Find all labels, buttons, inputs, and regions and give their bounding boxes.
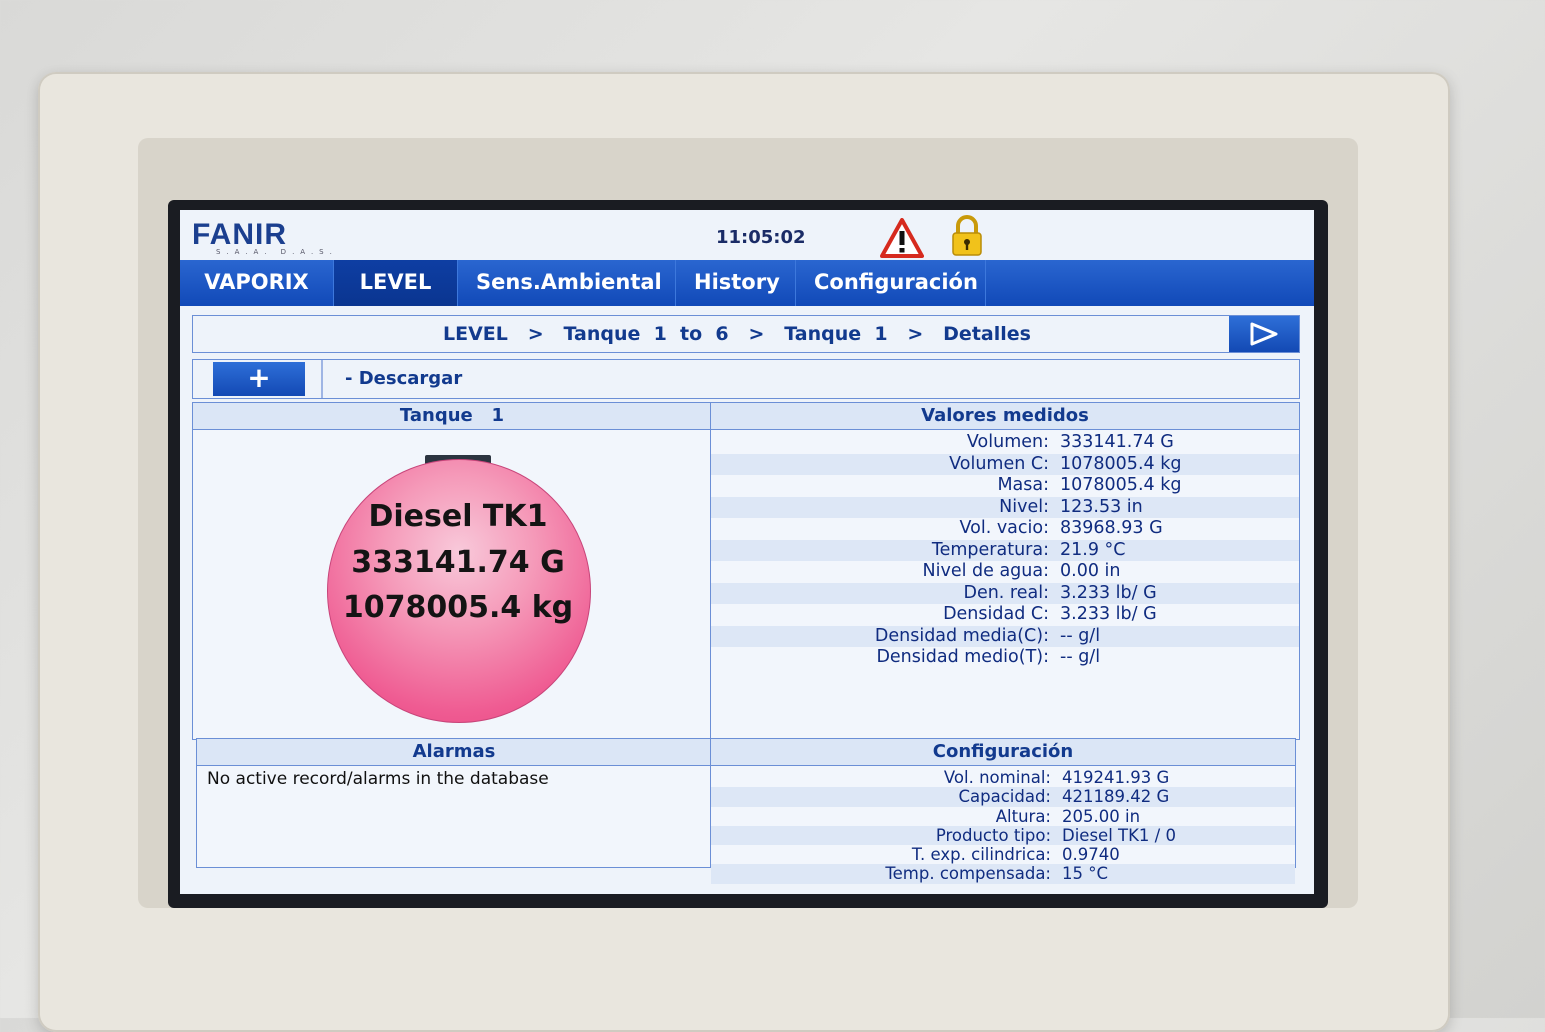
alarms-panel: Alarmas No active record/alarms in the d… (196, 738, 712, 868)
hmi-screen: FANIR S.A.A. D.A.S. 11:05:02 VAPORIX LEV… (180, 210, 1314, 894)
breadcrumb: LEVEL > Tanque 1 to 6 > Tanque 1 > Detal… (192, 315, 1300, 353)
warning-icon[interactable] (880, 218, 924, 258)
clock: 11:05:02 (716, 227, 806, 248)
tab-level[interactable]: LEVEL (334, 260, 458, 306)
top-bar: FANIR S.A.A. D.A.S. 11:05:02 (180, 210, 1314, 260)
measured-row: Masa: 1078005.4 kg (711, 475, 1299, 497)
play-arrow-icon (1250, 322, 1278, 346)
measured-value: 123.53 in (1060, 496, 1143, 517)
config-row: T. exp. cilindrica: 0.9740 (711, 845, 1295, 864)
config-value: 0.9740 (1062, 845, 1120, 865)
configuration-panel: Configuración Vol. nominal: 419241.93 G Ca… (710, 738, 1296, 884)
measured-rows: Volumen: 333141.74 G Volumen C: 1078005.4 k… (711, 430, 1299, 669)
config-label: Producto tipo: (935, 825, 1051, 845)
tank-heading: Tanque 1 (193, 403, 711, 430)
measured-label: Den. real: (963, 582, 1049, 603)
alarms-heading: Alarmas (197, 739, 711, 766)
config-heading: Configuración (711, 739, 1295, 766)
config-label: Altura: (995, 806, 1051, 826)
measured-heading: Valores medidos (711, 403, 1299, 430)
tab-vaporix[interactable]: VAPORIX (180, 260, 334, 306)
measured-row: Nivel: 123.53 in (711, 496, 1299, 518)
measured-row: Volumen C: 1078005.4 kg (711, 453, 1299, 475)
tank-mass: 1078005.4 kg (342, 590, 574, 625)
config-label: Vol. nominal: (943, 768, 1051, 787)
config-value: 421189.42 G (1062, 787, 1170, 807)
config-rows: Vol. nominal: 419241.93 G Capacidad: 421189… (711, 766, 1295, 884)
measured-value: 83968.93 G (1060, 518, 1163, 538)
breadcrumb-text: LEVEL > Tanque 1 to 6 > Tanque 1 > Detal… (443, 323, 1031, 345)
tab-sens-ambiental[interactable]: Sens.Ambiental (458, 260, 676, 306)
config-row: Producto tipo: Diesel TK1 / 0 (711, 825, 1295, 846)
measured-label: Masa: (997, 475, 1049, 495)
config-label: Temp. compensada: (885, 864, 1051, 884)
measured-row: Densidad C: 3.233 lb/ G (711, 604, 1299, 626)
measured-row: Densidad medio(T): -- g/l (711, 647, 1299, 669)
main-nav: VAPORIX LEVEL Sens.Ambiental History Con… (180, 260, 1314, 306)
measured-value: 333141.74 G (1060, 432, 1174, 452)
measured-value: 3.233 lb/ G (1060, 604, 1157, 624)
tank-name: Diesel TK1 (368, 499, 548, 534)
config-row: Vol. nominal: 419241.93 G (711, 768, 1295, 787)
measured-label: Nivel: (999, 496, 1049, 517)
tank-panel: Tanque 1 Diesel TK1 333141.74 G 1078005.… (192, 402, 712, 740)
config-row: Altura: 205.00 in (711, 807, 1295, 826)
measured-value: 1078005.4 kg (1060, 453, 1182, 474)
config-row: Capacidad: 421189.42 G (711, 787, 1295, 807)
measured-label: Volumen C: (949, 453, 1049, 474)
next-button[interactable] (1229, 316, 1299, 352)
measured-label: Temperatura: (931, 539, 1049, 560)
measured-value: 1078005.4 kg (1060, 475, 1182, 495)
add-button[interactable]: + (213, 362, 305, 396)
measured-value: -- g/l (1060, 647, 1101, 667)
measured-label: Densidad media(C): (874, 625, 1049, 646)
measured-values-panel: Valores medidos Volumen: 333141.74 G Volum… (710, 402, 1300, 740)
descargar-link[interactable]: - Descargar (345, 368, 462, 389)
measured-value: -- g/l (1060, 625, 1101, 646)
fanir-logo: FANIR (192, 218, 287, 251)
config-value: 205.00 in (1062, 806, 1141, 826)
measured-row: Densidad media(C): -- g/l (711, 625, 1299, 647)
config-row: Temp. compensada: 15 °C (711, 864, 1295, 884)
measured-label: Densidad medio(T): (876, 647, 1049, 667)
config-value: 15 °C (1062, 864, 1109, 884)
measured-label: Volumen: (966, 432, 1049, 452)
measured-label: Nivel de agua: (922, 561, 1049, 581)
tab-configuracion[interactable]: Configuración (796, 260, 986, 306)
lock-icon[interactable] (950, 215, 984, 257)
measured-row: Temperatura: 21.9 °C (711, 539, 1299, 561)
measured-value: 3.233 lb/ G (1060, 582, 1157, 603)
action-separator (321, 360, 323, 398)
logo-subtitle: S.A.A. D.A.S. (216, 248, 338, 256)
measured-label: Vol. vacio: (959, 518, 1049, 538)
tab-history[interactable]: History (676, 260, 796, 306)
config-value: Diesel TK1 / 0 (1062, 825, 1176, 845)
measured-value: 21.9 °C (1060, 539, 1126, 560)
config-value: 419241.93 G (1062, 768, 1170, 787)
tank-volume: 333141.74 G (351, 545, 565, 580)
measured-row: Volumen: 333141.74 G (711, 432, 1299, 454)
measured-row: Den. real: 3.233 lb/ G (711, 582, 1299, 604)
measured-row: Vol. vacio: 83968.93 G (711, 518, 1299, 540)
measured-value: 0.00 in (1060, 561, 1121, 581)
action-bar: + - Descargar (192, 359, 1300, 399)
measured-row: Nivel de agua: 0.00 in (711, 561, 1299, 583)
config-label: Capacidad: (958, 787, 1052, 807)
measured-label: Densidad C: (943, 604, 1049, 624)
config-label: T. exp. cilindrica: (911, 845, 1051, 865)
alarm-message: No active record/alarms in the database (207, 769, 549, 789)
